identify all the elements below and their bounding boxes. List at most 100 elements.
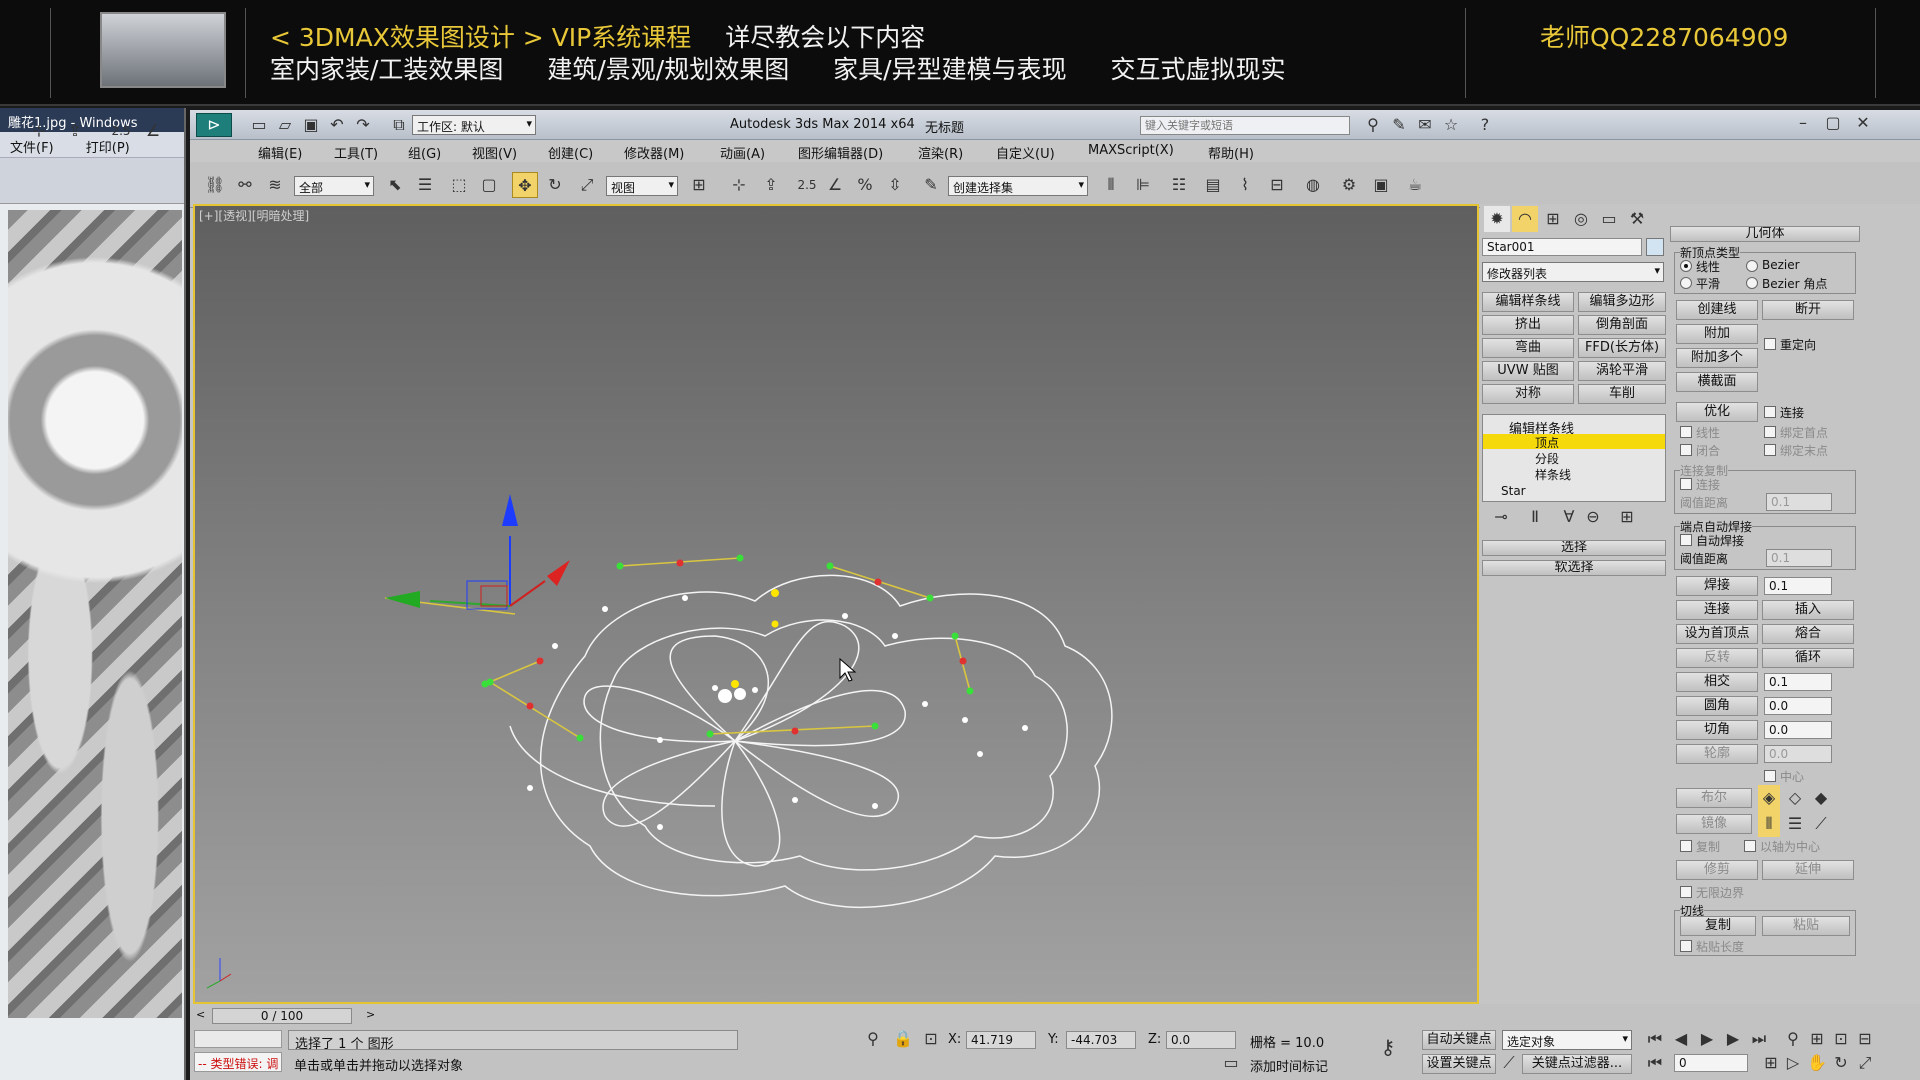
link-icon[interactable]: ⛓ [202,172,228,198]
cross-insert-button[interactable]: 相交 [1676,672,1758,692]
mod-ffd-box-button[interactable]: FFD(长方体) [1578,338,1666,358]
workspace-dropdown[interactable]: 工作区: 默认 [412,115,536,135]
star-spline-shape[interactable] [509,574,1113,909]
time-next-icon[interactable]: > [366,1008,378,1022]
make-first-button[interactable]: 设为首顶点 [1676,624,1758,644]
mirror-button[interactable]: 镜像 [1676,814,1752,834]
fuse-button[interactable]: 熔合 [1762,624,1854,644]
angle-snap-icon[interactable]: ∠ [140,118,166,144]
mod-edit-poly-button[interactable]: 编辑多边形 [1578,292,1666,312]
remove-modifier-icon[interactable]: ⊖ [1580,504,1606,530]
current-frame-field[interactable]: 0 [1674,1054,1748,1072]
snaps-toggle-icon[interactable]: 2.5 [794,172,820,198]
menu-maxscript[interactable]: MAXScript(X) [1088,143,1174,158]
menu-graph-editors[interactable]: 图形编辑器(D) [798,143,883,162]
weld-button[interactable]: 焊接 [1676,576,1758,596]
ref-coord-dropdown[interactable]: 视图 [606,176,678,196]
subtract-icon[interactable]: ◇ [1784,785,1806,811]
select-object-icon[interactable]: ⬉ [382,172,408,198]
stack-star[interactable]: Star [1501,484,1526,498]
make-unique-icon[interactable]: ∀ [1556,504,1582,530]
keyboard-shortcut-icon[interactable]: ⇪ [758,172,784,198]
select-by-name-icon[interactable]: ☰ [412,172,438,198]
menu-rendering[interactable]: 渲染(R) [918,143,963,162]
curve-editor-icon[interactable]: ⌇ [1232,172,1258,198]
menu-group[interactable]: 组(G) [408,143,441,162]
time-prev-icon[interactable]: < [196,1008,208,1022]
search-input[interactable] [1140,116,1350,135]
isolate-icon[interactable]: ⚲ [860,1026,886,1052]
close-icon[interactable]: ✕ [1850,110,1876,136]
tangent-copy-button[interactable]: 复制 [1680,916,1756,936]
center-checkbox[interactable] [1764,770,1776,782]
hierarchy-tab-icon[interactable]: ⊞ [1540,206,1566,232]
perspective-viewport[interactable]: [+][透视][明暗处理] [193,204,1479,1004]
intersect-icon[interactable]: ◆ [1810,785,1832,811]
subscription-icon[interactable]: ✎ [1386,112,1412,138]
soft-select-rollout[interactable]: 软选择 [1482,560,1666,576]
upload-icon[interactable]: ⇪ [62,118,88,144]
outline-button[interactable]: 轮廓 [1676,744,1758,764]
key-selection-dropdown[interactable]: 选定对象 [1502,1030,1632,1050]
maximize-icon[interactable]: ▢ [1820,110,1846,136]
mod-extrude-button[interactable]: 挤出 [1482,315,1574,335]
attach-multiple-button[interactable]: 附加多个 [1676,348,1758,368]
configure-modifier-icon[interactable]: ⊞ [1614,504,1640,530]
play-icon[interactable]: ▶ [1694,1026,1720,1052]
object-name-field[interactable]: Star001 [1482,238,1642,256]
lock-selection-icon[interactable]: 🔒 [890,1026,916,1052]
y-coordinate-field[interactable]: -44.703 [1066,1031,1136,1049]
pan-icon[interactable]: ✋ [1804,1050,1830,1076]
rect-selection-icon[interactable]: ⬚ [446,172,472,198]
select-scale-icon[interactable]: ⤢ [574,172,600,198]
motion-tab-icon[interactable]: ◎ [1568,206,1594,232]
select-rotate-icon[interactable]: ↻ [542,172,568,198]
transform-gizmo[interactable] [385,494,570,610]
percent-snap-icon[interactable]: % [852,172,878,198]
stack-vertex[interactable]: 顶点 [1535,434,1559,451]
infinite-bounds-checkbox[interactable] [1680,886,1692,898]
reverse-button[interactable]: 反转 [1676,648,1758,668]
window-crossing-icon[interactable]: ▢ [476,172,502,198]
zoom-all-icon[interactable]: ⊞ [1804,1026,1830,1052]
material-editor-icon[interactable]: ◍ [1300,172,1326,198]
fov-icon[interactable]: ▷ [1780,1050,1806,1076]
menu-tools[interactable]: 工具(T) [334,143,378,162]
project-icon[interactable]: ⧉ [386,112,412,138]
save-icon[interactable]: ▣ [298,112,324,138]
open-file-icon[interactable]: ▱ [272,112,298,138]
bind-last-checkbox[interactable] [1764,444,1776,456]
cycle-button[interactable]: 循环 [1762,648,1854,668]
communication-icon[interactable]: ✉ [1412,112,1438,138]
selection-filter-dropdown[interactable]: 全部 [294,176,374,196]
connect-copy-checkbox[interactable] [1680,478,1692,490]
mod-turbosmooth-button[interactable]: 涡轮平滑 [1578,361,1666,381]
cross-insert-spinner[interactable]: 0.1 [1764,673,1832,691]
utilities-tab-icon[interactable]: ⚒ [1624,206,1650,232]
zoom-extents-all-icon[interactable]: ⊟ [1852,1026,1878,1052]
object-color-swatch[interactable] [1646,238,1664,256]
paste-length-checkbox[interactable] [1680,940,1692,952]
bind-first-checkbox[interactable] [1764,426,1776,438]
go-to-start-icon[interactable]: ⏮ [1642,1026,1668,1052]
key-mode-toggle-icon[interactable]: ⏮ [1642,1050,1668,1076]
chamfer-button[interactable]: 切角 [1676,720,1758,740]
refine-button[interactable]: 优化 [1676,402,1758,422]
time-tag-icon[interactable]: ▭ [1218,1050,1244,1076]
menu-modifiers[interactable]: 修改器(M) [624,143,684,162]
modifier-list-dropdown[interactable]: 修改器列表 [1482,262,1664,282]
stack-segment[interactable]: 分段 [1535,450,1559,467]
menu-help[interactable]: 帮助(H) [1208,143,1254,162]
set-key-icon[interactable]: ⚷ [1375,1034,1401,1060]
connect-checkbox[interactable] [1764,406,1776,418]
mod-lathe-button[interactable]: 车削 [1578,384,1666,404]
rendered-frame-icon[interactable]: ▣ [1368,172,1394,198]
create-tab-icon[interactable]: ✹ [1484,206,1510,232]
align-icon[interactable]: ⊫ [1130,172,1156,198]
create-line-button[interactable]: 创建线 [1676,300,1758,320]
mod-symmetry-button[interactable]: 对称 [1482,384,1574,404]
angle-snap-icon[interactable]: ∠ [822,172,848,198]
bind-spacewarp-icon[interactable]: ≋ [262,172,288,198]
mod-uvw-map-button[interactable]: UVW 贴图 [1482,361,1574,381]
edit-named-sel-icon[interactable]: ✎ [918,172,944,198]
